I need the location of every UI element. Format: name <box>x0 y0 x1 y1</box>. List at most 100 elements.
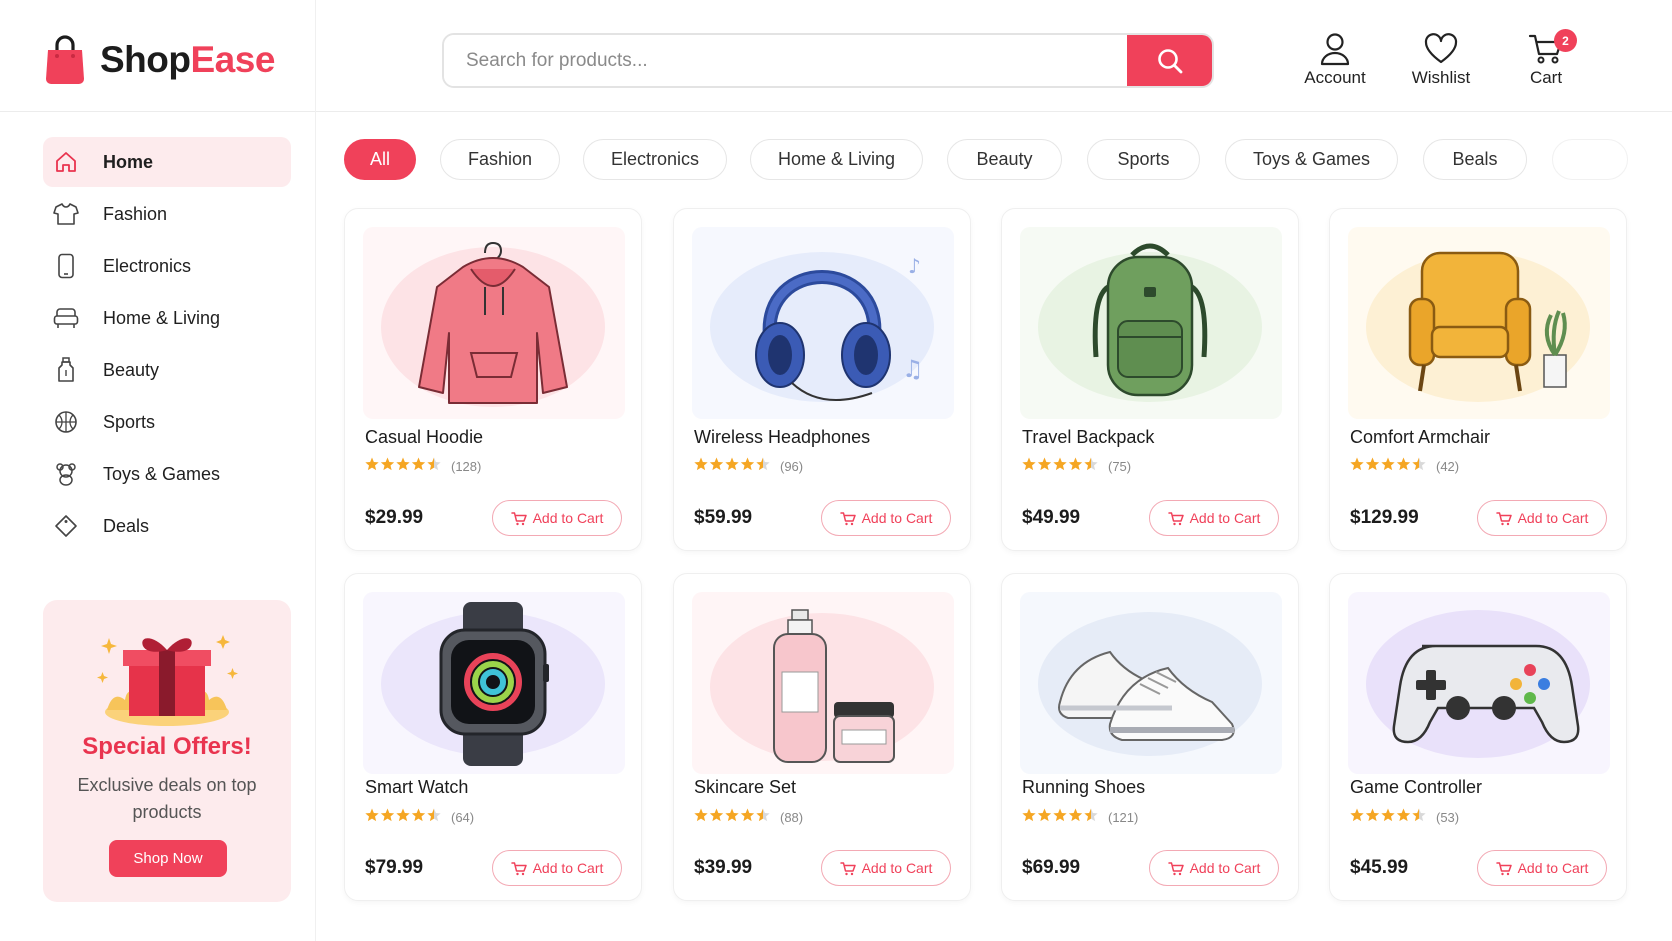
product-price: $45.99 <box>1350 857 1409 878</box>
product-name[interactable]: Comfort Armchair <box>1350 427 1490 448</box>
star-icon <box>756 457 770 471</box>
cart-button[interactable]: Cart 2 <box>1501 29 1591 88</box>
category-chip-home-living[interactable]: Home & Living <box>750 139 923 180</box>
star-rating-icons <box>1022 457 1102 476</box>
product-card[interactable]: Travel Backpack (75) $49.99 Add to Cart <box>1001 208 1299 551</box>
add-to-cart-button[interactable]: Add to Cart <box>1149 850 1279 886</box>
add-to-cart-button[interactable]: Add to Cart <box>1477 850 1607 886</box>
cart-icon <box>839 511 856 525</box>
product-name[interactable]: Casual Hoodie <box>365 427 483 448</box>
brand-name: ShopEase <box>100 39 275 80</box>
sidebar-item-fashion[interactable]: Fashion <box>43 189 291 239</box>
add-to-cart-button[interactable]: Add to Cart <box>821 500 951 536</box>
cart-icon <box>510 511 527 525</box>
add-to-cart-button[interactable]: Add to Cart <box>492 850 622 886</box>
category-chip-all[interactable]: All <box>344 139 416 180</box>
add-to-cart-button[interactable]: Add to Cart <box>1477 500 1607 536</box>
product-rating: (42) <box>1350 457 1459 476</box>
sidebar-item-label: Electronics <box>103 255 192 276</box>
star-icon <box>1068 808 1083 822</box>
product-card[interactable]: Casual Hoodie (128) $29.99 Add to Cart <box>344 208 642 551</box>
category-chip-more[interactable] <box>1552 139 1628 180</box>
sidebar-item-deals[interactable]: Deals <box>43 501 291 551</box>
category-chip-electronics[interactable]: Electronics <box>583 139 727 180</box>
product-card[interactable]: Running Shoes (121) $69.99 Add to Cart <box>1001 573 1299 901</box>
product-image-smartwatch[interactable] <box>363 592 625 774</box>
product-image-skincare[interactable] <box>692 592 954 774</box>
star-rating-icons <box>1350 808 1430 827</box>
product-card[interactable]: ♪ ♫ Wireless Headphones (96) $59.99 Add … <box>673 208 971 551</box>
review-count: (53) <box>1436 810 1460 825</box>
sidebar-item-sports[interactable]: Sports <box>43 397 291 447</box>
sidebar-item-home-living[interactable]: Home & Living <box>43 293 291 343</box>
cart-icon <box>1167 511 1184 525</box>
sidebar-item-electronics[interactable]: Electronics <box>43 241 291 291</box>
star-icon <box>1037 808 1052 822</box>
star-icon <box>1396 457 1411 471</box>
star-icon <box>694 808 708 822</box>
brand-logo[interactable]: ShopEase <box>44 30 275 90</box>
product-image-headphones[interactable]: ♪ ♫ <box>692 227 954 419</box>
star-icon <box>725 808 739 822</box>
star-icon <box>1053 808 1067 822</box>
product-image-sneakers[interactable] <box>1020 592 1282 774</box>
category-chip-toys-games[interactable]: Toys & Games <box>1225 139 1398 180</box>
star-rating-icons <box>365 457 445 476</box>
star-icons <box>1350 808 1426 822</box>
product-name[interactable]: Travel Backpack <box>1022 427 1154 448</box>
search-icon <box>1157 48 1182 73</box>
top-header: ShopEase Account Wishlist Cart 2 <box>0 0 1672 112</box>
product-card[interactable]: Skincare Set (88) $39.99 Add to Cart <box>673 573 971 901</box>
review-count: (128) <box>451 459 482 474</box>
product-image-gamepad[interactable] <box>1348 592 1610 774</box>
star-icons <box>1022 808 1098 822</box>
sidebar-item-home[interactable]: Home <box>43 137 291 187</box>
account-button[interactable]: Account <box>1290 32 1380 88</box>
star-icon <box>740 808 755 822</box>
product-price: $39.99 <box>694 857 753 878</box>
product-image-armchair[interactable] <box>1348 227 1610 419</box>
product-rating: (53) <box>1350 808 1459 827</box>
shop-now-button[interactable]: Shop Now <box>109 840 227 877</box>
category-chip-beauty[interactable]: Beauty <box>947 139 1062 180</box>
sidebar-item-label: Home & Living <box>103 307 221 328</box>
product-name[interactable]: Running Shoes <box>1022 777 1145 798</box>
product-image-hoodie[interactable] <box>363 227 625 419</box>
star-icon <box>1396 808 1411 822</box>
product-card[interactable]: Game Controller (53) $45.99 Add to Cart <box>1329 573 1627 901</box>
category-chip-fashion[interactable]: Fashion <box>440 139 560 180</box>
star-icon <box>427 457 441 471</box>
special-offers-banner: Special Offers! Exclusive deals on top p… <box>43 600 291 902</box>
bottle-icon <box>53 357 79 383</box>
product-card[interactable]: Comfort Armchair (42) $129.99 Add to Car… <box>1329 208 1627 551</box>
star-icon <box>1350 457 1364 471</box>
cart-icon <box>510 861 527 875</box>
category-chip-sports[interactable]: Sports <box>1087 139 1200 180</box>
star-icon <box>411 457 426 471</box>
star-icon <box>1365 808 1380 822</box>
add-to-cart-button[interactable]: Add to Cart <box>492 500 622 536</box>
search-input[interactable] <box>444 35 1127 86</box>
star-icon <box>411 808 426 822</box>
product-name[interactable]: Skincare Set <box>694 777 796 798</box>
sidebar-item-toys-games[interactable]: Toys & Games <box>43 449 291 499</box>
cart-icon <box>1495 861 1512 875</box>
sidebar-item-beauty[interactable]: Beauty <box>43 345 291 395</box>
cart-icon <box>839 861 856 875</box>
wishlist-button[interactable]: Wishlist <box>1396 32 1486 88</box>
star-icon <box>1381 457 1395 471</box>
add-to-cart-button[interactable]: Add to Cart <box>1149 500 1279 536</box>
product-name[interactable]: Wireless Headphones <box>694 427 870 448</box>
ball-icon <box>53 409 79 435</box>
product-image-backpack[interactable] <box>1020 227 1282 419</box>
product-card[interactable]: Smart Watch (64) $79.99 Add to Cart <box>344 573 642 901</box>
search-button[interactable] <box>1127 35 1212 86</box>
add-to-cart-button[interactable]: Add to Cart <box>821 850 951 886</box>
phone-icon <box>53 253 79 279</box>
category-chip-beals[interactable]: Beals <box>1423 139 1527 180</box>
product-name[interactable]: Smart Watch <box>365 777 468 798</box>
cart-icon <box>1495 511 1512 525</box>
review-count: (96) <box>780 459 804 474</box>
promo-description: Exclusive deals on top products <box>77 775 257 822</box>
product-name[interactable]: Game Controller <box>1350 777 1482 798</box>
